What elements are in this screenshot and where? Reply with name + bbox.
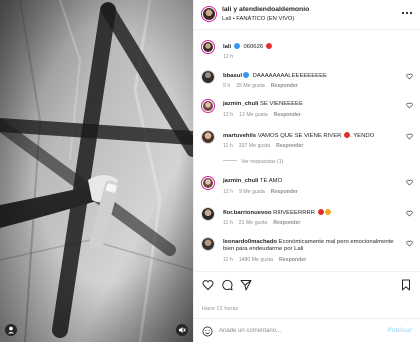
comment-likes[interactable]: 21 Me gusta [239, 220, 268, 226]
reply-button[interactable]: Responder [279, 257, 306, 263]
like-comment-heart-icon[interactable] [406, 240, 413, 247]
commenter-avatar[interactable] [201, 130, 215, 144]
verified-badge-icon [233, 43, 240, 49]
commenter-avatar[interactable] [201, 176, 215, 190]
comment-time[interactable]: 12 h [223, 189, 233, 195]
reply-button[interactable]: Responder [273, 220, 300, 226]
comment-body-suffix: . YENDO [350, 133, 375, 139]
comment-time[interactable]: 11 h [223, 220, 233, 226]
post-timestamp[interactable]: Hace 12 horas [202, 306, 238, 312]
comment-likes[interactable]: 25 Me gusta [236, 83, 265, 89]
caption-body: 060626 [243, 44, 264, 50]
reply-button[interactable]: Responder [274, 112, 301, 118]
post-authors[interactable]: lali y atendiendoaldemonio [222, 6, 309, 13]
comment-username[interactable]: flor.barrionuevoo [223, 210, 271, 216]
comment-meta: 12 h 12 Me gusta Responder [223, 112, 307, 118]
caption-time[interactable]: 12 h [223, 54, 233, 60]
reply-button[interactable]: Responder [271, 83, 298, 89]
comment-meta: 11 h 1480 Me gusta Responder [223, 257, 312, 263]
devil-emoji-icon [265, 43, 272, 49]
audio-muted-icon[interactable] [176, 324, 188, 336]
commenter-avatar[interactable] [201, 70, 215, 84]
caption-author-avatar[interactable] [201, 40, 215, 54]
comment-bubble-icon[interactable] [221, 279, 233, 291]
publish-button[interactable]: Publicar [388, 327, 412, 334]
post-action-bar [194, 271, 420, 295]
fire-emoji-icon [324, 209, 331, 215]
view-replies-button[interactable]: Ver respuestas (1) [223, 159, 283, 165]
post-photo[interactable] [0, 0, 193, 342]
verified-badge-icon [242, 72, 249, 78]
comment-likes[interactable]: 1480 Me gusta [239, 257, 273, 263]
comment-text: bbasul DAAAAAAAALEEEEEEEEE [223, 72, 395, 80]
reply-button[interactable]: Responder [271, 189, 298, 195]
comment-meta: 11 h 21 Me gusta Responder [223, 220, 306, 226]
like-comment-heart-icon[interactable] [406, 73, 413, 80]
comment-text: martuvehils VAMOS QUE SE VIENE RIVER . Y… [223, 132, 395, 140]
comment-likes[interactable]: 9 Me gusta [239, 189, 265, 195]
comment-username[interactable]: martuvehils [223, 133, 256, 139]
devil-emoji-icon [317, 209, 324, 215]
comment-body: SE VIENEEEEE [260, 101, 303, 107]
caption-text: lali 060626 [223, 43, 395, 51]
comment-composer: Publicar [194, 318, 420, 342]
share-paper-plane-icon[interactable] [240, 279, 252, 291]
post-details-panel: lali y atendiendoaldemonio Lali • FANÁTI… [193, 0, 420, 342]
caption-meta: 12 h [223, 54, 239, 60]
comment-body: VAMOS QUE SE VIENE RIVER [257, 133, 342, 139]
comment-body: RIIIVEEERRRR [273, 210, 315, 216]
comment-meta: 11 h 337 Me gusta Responder [223, 143, 309, 149]
author-avatar[interactable] [201, 6, 217, 22]
caption-username[interactable]: lali [223, 44, 231, 50]
comment-time[interactable]: 11 h [223, 257, 233, 263]
like-comment-heart-icon[interactable] [406, 179, 413, 186]
comment-meta: 12 h 9 Me gusta Responder [223, 189, 304, 195]
comment-text: jazmin_chuli TE AMO [223, 178, 395, 185]
comment-body: TE AMO [259, 178, 283, 184]
comment-text: leonardo0machado Económicamente mal pero… [223, 239, 395, 254]
like-comment-heart-icon[interactable] [406, 102, 413, 109]
comment-username[interactable]: bbasul [223, 73, 242, 79]
photo-graffiti-image [0, 0, 193, 342]
comment-time[interactable]: 9 h [223, 83, 230, 89]
replies-divider [223, 160, 237, 161]
comment-time[interactable]: 11 h [223, 143, 233, 149]
view-replies-label[interactable]: Ver respuestas (1) [241, 159, 283, 165]
comment-text: jazmin_chuli SE VIENEEEEE [223, 101, 395, 108]
commenter-avatar[interactable] [201, 237, 215, 251]
instagram-post-modal: lali y atendiendoaldemonio Lali • FANÁTI… [0, 0, 420, 342]
comment-text: flor.barrionuevoo RIIIVEEERRRR [223, 209, 395, 217]
commenter-avatar[interactable] [201, 207, 215, 221]
user-tag-icon[interactable] [5, 324, 17, 336]
comment-time[interactable]: 12 h [223, 112, 233, 118]
reply-button[interactable]: Responder [276, 143, 303, 149]
comment-username[interactable]: leonardo0machado [223, 239, 277, 245]
comment-username[interactable]: jazmin_chuli [223, 178, 258, 184]
comment-input[interactable] [219, 324, 379, 338]
bookmark-icon[interactable] [400, 279, 412, 291]
more-horizontal-icon[interactable] [401, 10, 413, 16]
comment-body: DAAAAAAAALEEEEEEEEE [252, 73, 327, 79]
heart-icon[interactable] [202, 279, 214, 291]
emoji-smiley-icon[interactable] [202, 326, 213, 337]
post-caption: lali 060626 12 h [194, 40, 420, 64]
commenter-avatar[interactable] [201, 99, 215, 113]
comment-likes[interactable]: 337 Me gusta [239, 143, 270, 149]
comment-meta: 9 h 25 Me gusta Responder [223, 83, 304, 89]
post-header: lali y atendiendoaldemonio Lali • FANÁTI… [194, 0, 420, 30]
comment-username[interactable]: jazmin_chuli [223, 101, 258, 107]
like-comment-heart-icon[interactable] [406, 133, 413, 140]
audio-track-label[interactable]: Lali • FANÁTICO (EN VIVO) [222, 16, 294, 22]
comment-likes[interactable]: 12 Me gusta [239, 112, 268, 118]
like-comment-heart-icon[interactable] [406, 210, 413, 217]
